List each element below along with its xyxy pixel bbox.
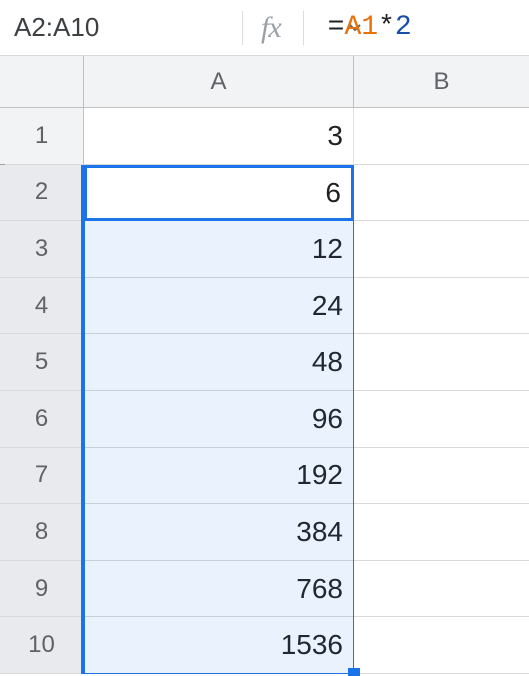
cell-b6[interactable] — [354, 391, 529, 447]
cell-a1[interactable]: 3 — [84, 108, 354, 164]
fx-icon[interactable]: fx — [261, 11, 285, 45]
formula-bar: fx =A1*2 — [0, 0, 529, 56]
separator — [303, 11, 304, 45]
cell-a5[interactable]: 48 — [84, 334, 354, 390]
row-header-1[interactable]: 1 — [0, 108, 84, 164]
table-row: 3 12 — [0, 221, 529, 278]
column-header-b[interactable]: B — [354, 56, 529, 107]
formula-reference: A1 — [344, 12, 378, 43]
table-row: 6 96 — [0, 391, 529, 448]
row-header-4[interactable]: 4 — [0, 278, 84, 334]
table-row: 5 48 — [0, 334, 529, 391]
cell-b4[interactable] — [354, 278, 529, 334]
spreadsheet-grid: A B 1 3 2 6 3 12 4 24 5 48 6 — [0, 56, 529, 674]
table-row: 8 384 — [0, 504, 529, 561]
row-header-6[interactable]: 6 — [0, 391, 84, 447]
cell-a3[interactable]: 12 — [84, 221, 354, 277]
name-box-container — [14, 12, 224, 43]
formula-number: 2 — [395, 12, 412, 43]
cell-a4[interactable]: 24 — [84, 278, 354, 334]
cell-b1[interactable] — [354, 108, 529, 164]
select-all-corner[interactable] — [0, 56, 84, 107]
column-headers: A B — [0, 56, 529, 108]
cell-b3[interactable] — [354, 221, 529, 277]
table-row: 9 768 — [0, 561, 529, 618]
cell-a2[interactable]: 6 — [84, 165, 354, 221]
separator — [242, 11, 243, 45]
table-row: 10 1536 — [0, 617, 529, 674]
name-box[interactable] — [14, 12, 349, 43]
cell-b9[interactable] — [354, 561, 529, 617]
formula-operator: * — [378, 12, 395, 43]
formula-input[interactable]: =A1*2 — [322, 12, 519, 43]
cell-a9[interactable]: 768 — [84, 561, 354, 617]
formula-equals: = — [328, 12, 345, 43]
row-header-9[interactable]: 9 — [0, 561, 84, 617]
row-header-2[interactable]: 2 — [0, 165, 84, 221]
table-row: 4 24 — [0, 278, 529, 335]
cell-a10[interactable]: 1536 — [84, 617, 354, 673]
cell-a6[interactable]: 96 — [84, 391, 354, 447]
cell-a8[interactable]: 384 — [84, 504, 354, 560]
column-header-a[interactable]: A — [84, 56, 354, 107]
cell-a7[interactable]: 192 — [84, 448, 354, 504]
table-row: 1 3 — [0, 108, 529, 165]
table-row: 7 192 — [0, 448, 529, 505]
cell-b5[interactable] — [354, 334, 529, 390]
row-header-3[interactable]: 3 — [0, 221, 84, 277]
table-row: 2 6 — [0, 165, 529, 222]
row-header-5[interactable]: 5 — [0, 334, 84, 390]
row-header-10[interactable]: 10 — [0, 617, 84, 673]
row-header-7[interactable]: 7 — [0, 448, 84, 504]
rows: 1 3 2 6 3 12 4 24 5 48 6 96 — [0, 108, 529, 674]
cell-b7[interactable] — [354, 448, 529, 504]
cell-b10[interactable] — [354, 617, 529, 673]
cell-b2[interactable] — [354, 165, 529, 221]
row-header-8[interactable]: 8 — [0, 504, 84, 560]
cell-b8[interactable] — [354, 504, 529, 560]
